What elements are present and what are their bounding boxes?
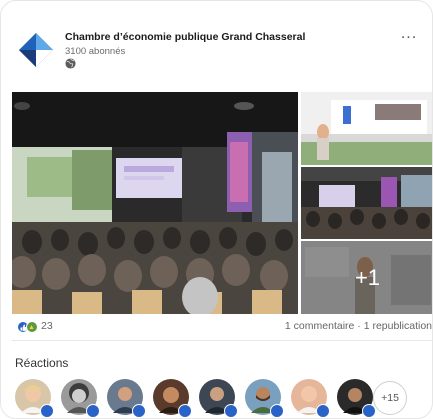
photo-side-2[interactable] — [301, 167, 432, 239]
like-icon — [316, 404, 330, 418]
reactor-avatar[interactable] — [61, 379, 100, 418]
reaction-count[interactable]: 23 — [41, 320, 53, 332]
reactor-avatar[interactable] — [245, 379, 284, 418]
more-reactors-count: +15 — [381, 392, 399, 404]
reactions-title: Réactions — [15, 356, 69, 370]
photo-side-1[interactable] — [301, 92, 432, 165]
more-options-button[interactable]: ... — [398, 26, 420, 45]
like-icon — [362, 404, 376, 418]
reactor-avatars: +15 — [15, 379, 432, 418]
more-icon: ... — [400, 25, 418, 42]
more-photos-count: +1 — [354, 264, 381, 290]
like-icon — [86, 404, 100, 418]
more-photos-overlay[interactable]: +1 — [301, 241, 432, 314]
social-counts: 23 1 commentaire · 1 republication — [15, 319, 432, 335]
follower-count: 3100 abonnés — [65, 46, 126, 57]
reactor-avatar[interactable] — [107, 379, 146, 418]
reactor-avatar[interactable] — [15, 379, 54, 418]
reactor-avatar[interactable] — [199, 379, 238, 418]
photo-grid: +1 — [12, 92, 432, 314]
organization-name[interactable]: Chambre d’économie publique Grand Chasse… — [65, 31, 305, 43]
divider — [12, 340, 432, 341]
reaction-icons[interactable] — [17, 321, 41, 333]
post-header: Chambre d’économie publique Grand Chasse… — [13, 25, 420, 81]
reactor-avatar[interactable] — [291, 379, 330, 418]
comments-reposts-link[interactable]: 1 commentaire · 1 republication — [285, 320, 432, 332]
more-reactors-button[interactable]: +15 — [373, 381, 407, 415]
photo-main[interactable] — [12, 92, 298, 314]
reactor-avatar[interactable] — [337, 379, 376, 418]
like-icon — [132, 404, 146, 418]
post-card: Chambre d’économie publique Grand Chasse… — [0, 0, 433, 419]
organization-logo[interactable] — [19, 33, 53, 67]
like-icon — [40, 404, 54, 418]
globe-icon — [65, 58, 76, 69]
like-icon — [224, 404, 238, 418]
like-icon — [178, 404, 192, 418]
photo-side-3[interactable]: +1 — [301, 241, 432, 314]
reactor-avatar[interactable] — [153, 379, 192, 418]
like-icon — [270, 404, 284, 418]
